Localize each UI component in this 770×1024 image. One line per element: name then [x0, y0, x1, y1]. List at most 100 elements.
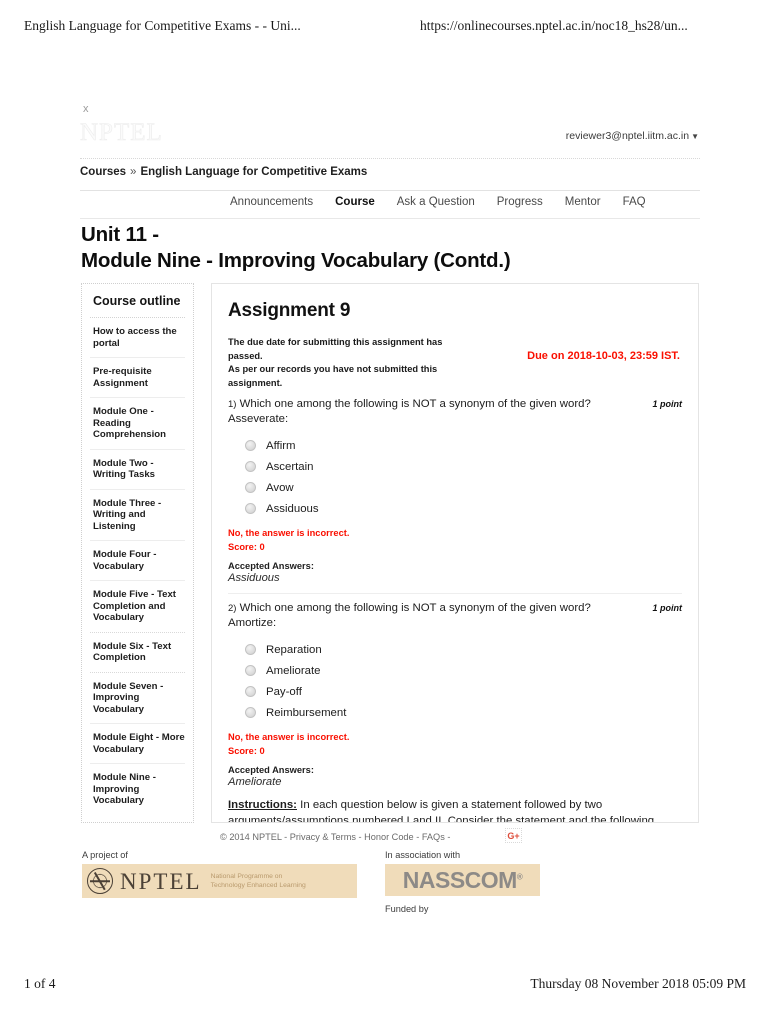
- due-date-badge: Due on 2018-10-03, 23:59 IST.: [527, 350, 680, 362]
- sidebar-item-module-four[interactable]: Module Four - Vocabulary: [82, 541, 193, 580]
- page-title: Unit 11 - Module Nine - Improving Vocabu…: [81, 222, 511, 274]
- main-columns: Course outline How to access the portal …: [80, 283, 700, 823]
- option-row[interactable]: Ameliorate: [245, 660, 682, 681]
- in-association-with-label: In association with: [385, 850, 461, 860]
- tab-faq[interactable]: FAQ: [623, 196, 646, 208]
- option-row[interactable]: Avow: [245, 477, 682, 498]
- question-2-result: No, the answer is incorrect.: [228, 732, 350, 742]
- print-footer-date: Thursday 08 November 2018 05:09 PM: [530, 976, 746, 991]
- document-body: x NPTEL reviewer3@nptel.iitm.ac.in ▼ Cour…: [0, 70, 770, 914]
- question-2-points: 1 point: [652, 603, 683, 613]
- radio-icon[interactable]: [245, 461, 256, 472]
- nasscom-logo[interactable]: NASSCOM®: [385, 864, 540, 896]
- question-1-word: Asseverate:: [228, 412, 289, 425]
- radio-icon[interactable]: [245, 686, 256, 697]
- nasscom-logo-word: NASSCOM®: [402, 866, 523, 893]
- breadcrumb-courses-link[interactable]: Courses: [80, 166, 126, 178]
- sidebar-item-module-five[interactable]: Module Five - Text Completion and Vocabu…: [82, 581, 193, 632]
- instructions-label: Instructions:: [228, 799, 297, 811]
- option-row[interactable]: Reimbursement: [245, 702, 682, 723]
- print-footer-page: 1 of 4: [24, 976, 56, 991]
- question-2-score: Score: 0: [228, 745, 265, 756]
- option-label: Avow: [266, 481, 294, 494]
- breadcrumb-current[interactable]: English Language for Competitive Exams: [140, 166, 367, 178]
- option-label: Ascertain: [266, 460, 314, 473]
- question-1-result: No, the answer is incorrect.: [228, 528, 350, 538]
- nptel-header-logo[interactable]: NPTEL: [80, 120, 163, 146]
- funded-by-label: Funded by: [385, 904, 429, 914]
- radio-icon[interactable]: [245, 665, 256, 676]
- option-row[interactable]: Ascertain: [245, 456, 682, 477]
- tab-announcements[interactable]: Announcements: [230, 196, 313, 208]
- assignment-panel: Assignment 9 The due date for submitting…: [211, 283, 699, 823]
- question-divider: [228, 593, 682, 594]
- tab-ask-a-question[interactable]: Ask a Question: [397, 196, 475, 208]
- google-plus-icon[interactable]: G+: [505, 828, 522, 843]
- header-divider: [80, 158, 700, 159]
- print-header-url: https://onlinecourses.nptel.ac.in/noc18_…: [420, 18, 688, 33]
- option-row[interactable]: Pay-off: [245, 681, 682, 702]
- option-row[interactable]: Reparation: [245, 639, 682, 660]
- radio-icon[interactable]: [245, 503, 256, 514]
- question-1-header: 1) Which one among the following is NOT …: [228, 397, 682, 413]
- sidebar-item-module-three[interactable]: Module Three - Writing and Listening: [82, 490, 193, 541]
- question-2-accepted-label: Accepted Answers:: [228, 765, 314, 775]
- question-2-prompt: Which one among the following is NOT a s…: [239, 602, 591, 614]
- question-1-number: 1): [228, 399, 237, 410]
- tab-progress[interactable]: Progress: [497, 196, 543, 208]
- radio-icon[interactable]: [245, 440, 256, 451]
- breadcrumb-divider: [80, 190, 700, 191]
- user-account-menu[interactable]: reviewer3@nptel.iitm.ac.in ▼: [566, 130, 699, 142]
- due-notice: The due date for submitting this assignm…: [228, 336, 682, 390]
- radio-icon[interactable]: [245, 707, 256, 718]
- option-row[interactable]: Affirm: [245, 435, 682, 456]
- page-title-line1: Unit 11 -: [81, 223, 159, 246]
- assignment-title: Assignment 9: [228, 300, 351, 321]
- sidebar-item-module-nine[interactable]: Module Nine - Improving Vocabulary: [82, 764, 193, 815]
- question-2-number: 2): [228, 603, 237, 614]
- question-1-accepted-value: Assiduous: [228, 572, 280, 584]
- tab-mentor[interactable]: Mentor: [565, 196, 601, 208]
- option-label: Reimbursement: [266, 706, 347, 719]
- question-1-prompt: Which one among the following is NOT a s…: [239, 398, 591, 410]
- radio-icon[interactable]: [245, 482, 256, 493]
- footer-links[interactable]: © 2014 NPTEL - Privacy & Terms - Honor C…: [220, 832, 450, 842]
- sidebar-item-module-two[interactable]: Module Two - Writing Tasks: [82, 450, 193, 489]
- nasscom-registered-mark: ®: [516, 871, 523, 881]
- breadcrumb-separator: »: [130, 166, 137, 178]
- sidebar-item-module-one[interactable]: Module One - Reading Comprehension: [82, 398, 193, 449]
- sidebar-item-how-to-access[interactable]: How to access the portal: [82, 318, 193, 357]
- breadcrumb: Courses » English Language for Competitive…: [80, 166, 367, 178]
- tab-course[interactable]: Course: [335, 196, 375, 208]
- course-outline-sidebar: Course outline How to access the portal …: [81, 283, 194, 823]
- site-container: x NPTEL reviewer3@nptel.iitm.ac.in ▼ Cour…: [80, 70, 700, 914]
- option-label: Pay-off: [266, 685, 302, 698]
- option-label: Affirm: [266, 439, 296, 452]
- question-2-header: 2) Which one among the following is NOT …: [228, 601, 682, 617]
- chevron-down-icon: ▼: [691, 132, 699, 141]
- question-2-accepted-value: Ameliorate: [228, 776, 282, 788]
- nptel-footer-logo[interactable]: NPTEL National Programme on Technology E…: [82, 864, 357, 898]
- due-notice-line2: As per our records you have not submitte…: [228, 364, 438, 374]
- option-row[interactable]: Assiduous: [245, 498, 682, 519]
- question-block: 1) Which one among the following is NOT …: [228, 397, 682, 594]
- nav-divider: [80, 218, 700, 219]
- instructions-paragraph: Instructions: In each question below is …: [228, 798, 682, 822]
- sidebar-item-pre-requisite[interactable]: Pre-requisite Assignment: [82, 358, 193, 397]
- page-root: English Language for Competitive Exams -…: [0, 0, 770, 1024]
- sidebar-item-module-eight[interactable]: Module Eight - More Vocabulary: [82, 724, 193, 763]
- page-title-line2: Module Nine - Improving Vocabulary (Cont…: [81, 249, 511, 272]
- nptel-logo-tagline: National Programme on Technology Enhance…: [211, 872, 306, 890]
- question-block: 2) Which one among the following is NOT …: [228, 601, 682, 788]
- question-1-points: 1 point: [652, 399, 683, 409]
- question-1-accepted-label: Accepted Answers:: [228, 561, 314, 571]
- due-notice-line1: The due date for submitting this assignm…: [228, 337, 443, 361]
- sidebar-item-module-seven[interactable]: Module Seven - Improving Vocabulary: [82, 673, 193, 724]
- user-email-label: reviewer3@nptel.iitm.ac.in: [565, 130, 690, 142]
- nasscom-wordmark: NASSCOM: [402, 866, 518, 893]
- sidebar-item-module-six[interactable]: Module Six - Text Completion: [82, 633, 193, 672]
- question-1-feedback: No, the answer is incorrect. Score: 0 Ac…: [228, 527, 682, 594]
- radio-icon[interactable]: [245, 644, 256, 655]
- option-label: Ameliorate: [266, 664, 321, 677]
- course-nav-tabs: Announcements Course Ask a Question Progres…: [230, 196, 646, 208]
